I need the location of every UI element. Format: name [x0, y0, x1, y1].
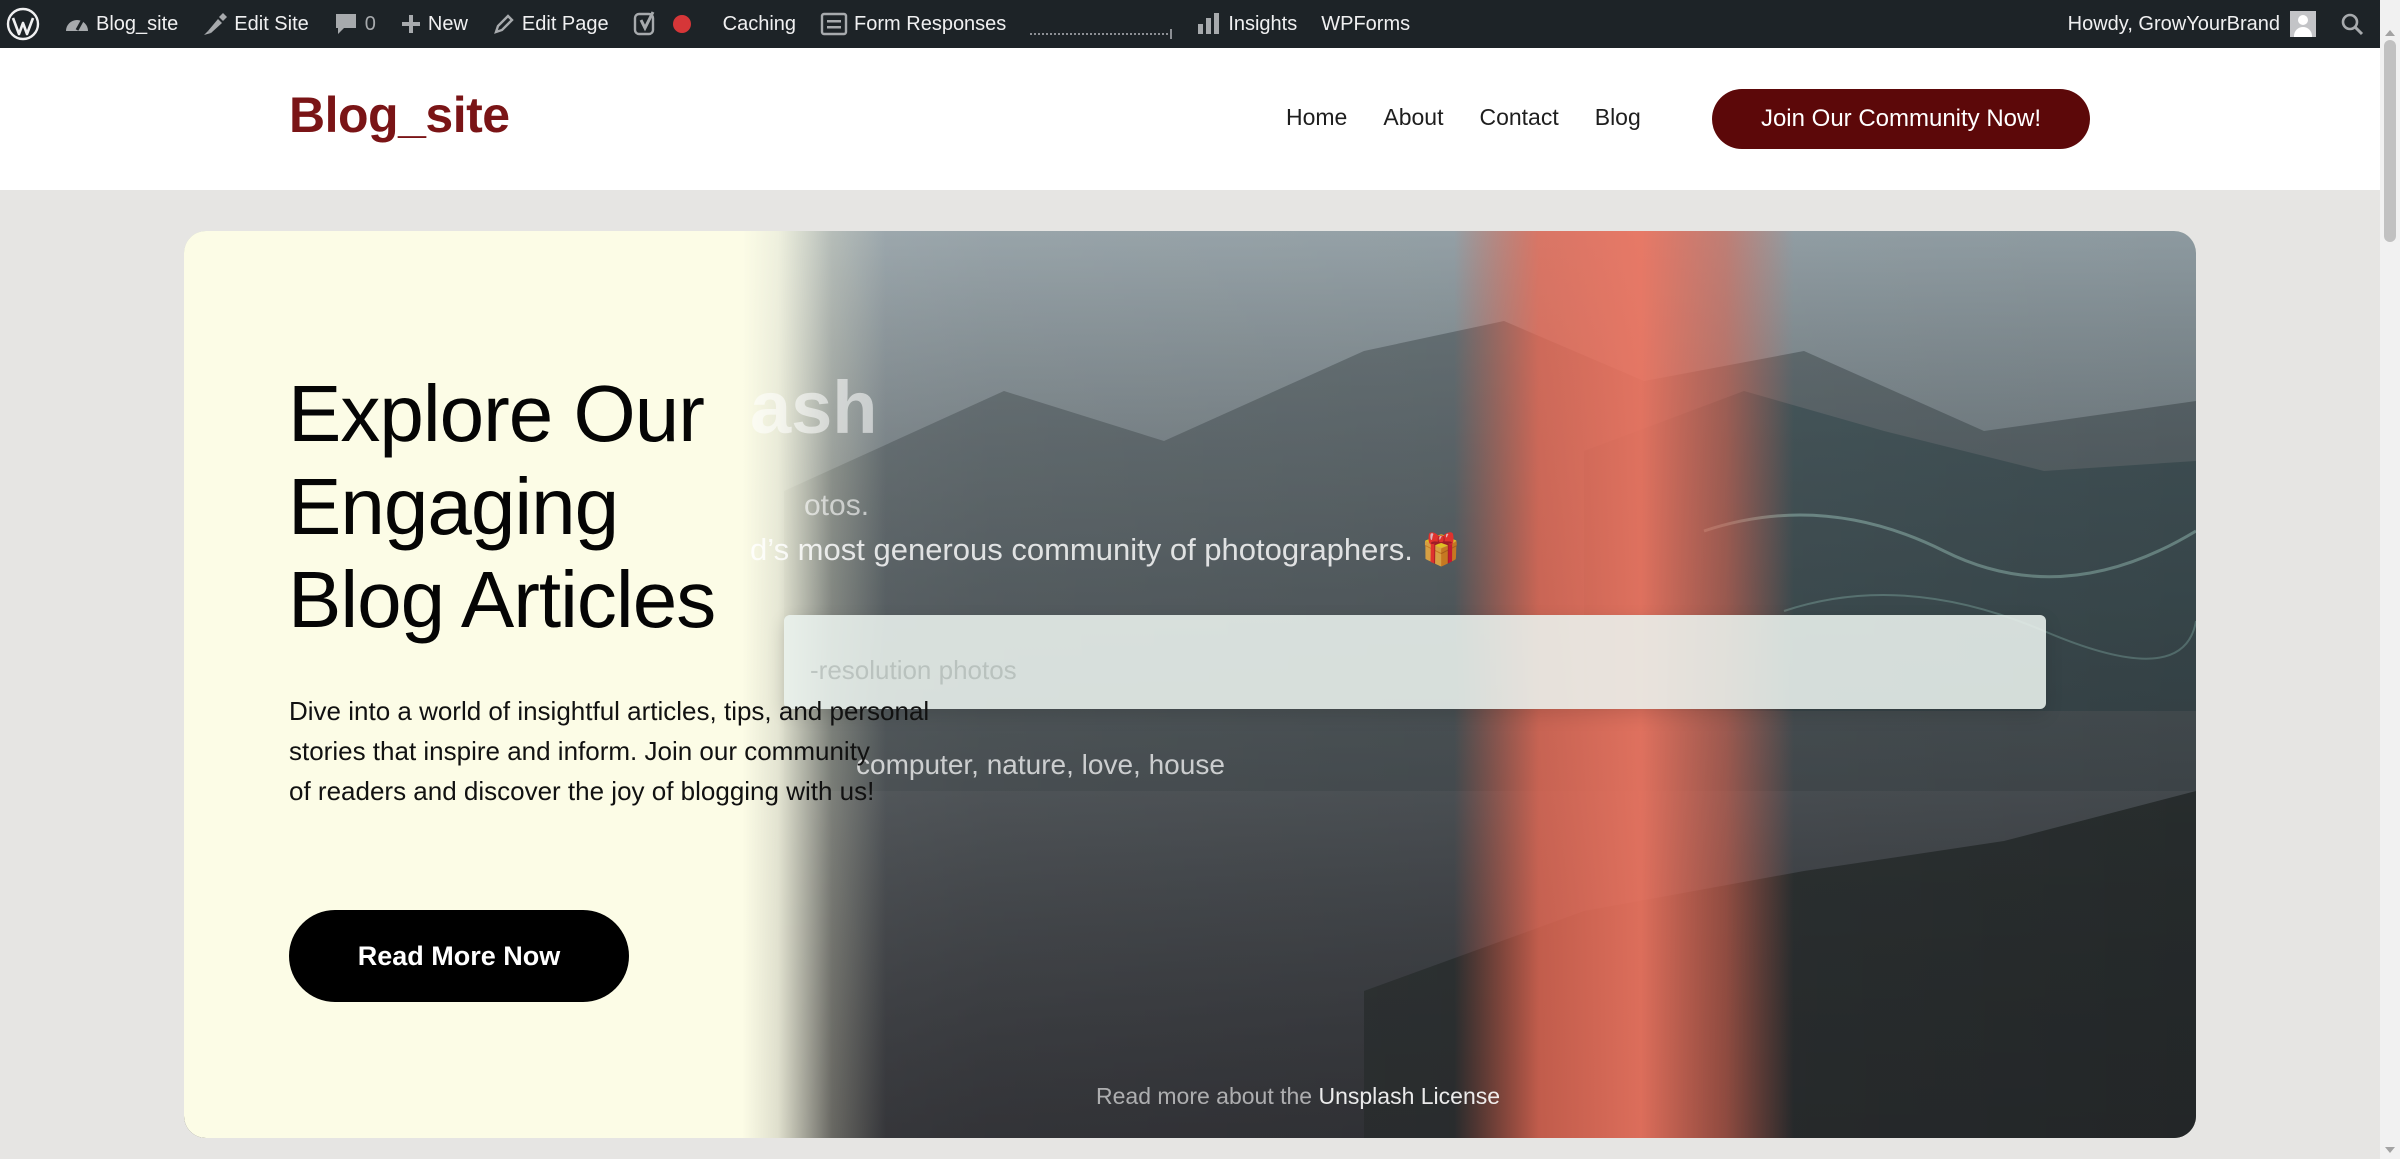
comment-bubble-icon — [335, 14, 356, 34]
admin-site-name-label: Blog_site — [96, 12, 179, 35]
admin-edit-site-label: Edit Site — [234, 12, 309, 35]
dotted-input-line — [1030, 27, 1173, 39]
hero-heading-line-3: Blog Articles — [288, 555, 716, 644]
admin-wpforms[interactable]: WPForms — [1309, 0, 1422, 48]
admin-bar-dotted-field[interactable] — [1018, 0, 1184, 48]
photo-overlay-line-1: otos. — [804, 489, 870, 522]
hero-description-line-1: Dive into a world of insightful articles… — [289, 696, 930, 726]
hero-heading-line-2: Engaging — [288, 462, 619, 551]
hero-description: Dive into a world of insightful articles… — [289, 691, 989, 811]
page-scrollbar[interactable] — [2380, 0, 2400, 1159]
seo-status-dot — [672, 15, 691, 33]
admin-comments-count: 0 — [364, 12, 376, 35]
plus-icon — [401, 15, 420, 33]
pencil-icon — [494, 14, 514, 34]
read-more-button[interactable]: Read More Now — [289, 910, 629, 1002]
hero-section: ash otos. d’s most generous community of… — [184, 231, 2196, 1138]
admin-insights-label: Insights — [1228, 12, 1298, 35]
admin-greeting: Howdy, GrowYourBrand — [2067, 12, 2280, 35]
license-prefix: Read more about the — [1096, 1083, 1313, 1109]
admin-form-responses[interactable]: Form Responses — [808, 0, 1018, 48]
search-icon — [2341, 13, 2364, 36]
hero-description-line-3: of readers and discover the joy of blogg… — [289, 776, 875, 806]
wordpress-logo-icon[interactable] — [0, 0, 52, 48]
avatar — [2290, 11, 2316, 37]
admin-wpforms-label: WPForms — [1321, 12, 1411, 35]
bar-chart-icon — [1198, 13, 1220, 34]
admin-bar-right: Howdy, GrowYourBrand — [2056, 0, 2364, 48]
brush-icon — [204, 13, 228, 35]
admin-site-name[interactable]: Blog_site — [52, 0, 190, 48]
nav-home[interactable]: Home — [1286, 104, 1347, 131]
admin-edit-site[interactable]: Edit Site — [190, 0, 320, 48]
nav-contact[interactable]: Contact — [1479, 104, 1558, 131]
hero-heading-line-1: Explore Our — [288, 369, 705, 458]
admin-edit-page[interactable]: Edit Page — [480, 0, 621, 48]
scroll-down-arrow-icon[interactable] — [2385, 1147, 2395, 1153]
hero-heading: Explore Our Engaging Blog Articles — [288, 367, 716, 646]
primary-nav: Home About Contact Blog — [1286, 104, 1641, 131]
photo-overlay-search-placeholder: -resolution photos — [810, 655, 1017, 685]
hero-description-line-2: stories that inspire and inform. Join ou… — [289, 736, 870, 766]
admin-comments[interactable]: 0 — [321, 0, 388, 48]
nav-about[interactable]: About — [1383, 104, 1443, 131]
form-icon — [820, 12, 848, 36]
nav-blog[interactable]: Blog — [1595, 104, 1641, 131]
license-link: Unsplash License — [1318, 1083, 1501, 1109]
photo-overlay-brand-text: ash — [750, 366, 878, 449]
admin-new-label: New — [427, 12, 468, 35]
admin-new[interactable]: New — [388, 0, 480, 48]
admin-caching-label: Caching — [722, 12, 797, 35]
dashboard-icon — [66, 20, 88, 31]
site-title[interactable]: Blog_site — [289, 86, 510, 144]
admin-form-responses-label: Form Responses — [854, 12, 1007, 35]
admin-insights[interactable]: Insights — [1184, 0, 1309, 48]
site-header: Blog_site Home About Contact Blog Join O… — [0, 48, 2380, 190]
yoast-icon — [633, 11, 654, 36]
scroll-up-arrow-icon[interactable] — [2385, 30, 2395, 36]
join-community-button[interactable]: Join Our Community Now! — [1712, 89, 2090, 149]
photo-overlay-license: Read more about the Unsplash License — [1096, 1083, 1500, 1110]
admin-account-menu[interactable]: Howdy, GrowYourBrand — [2056, 0, 2328, 48]
photo-overlay-line-2: d’s most generous community of photograp… — [750, 532, 1461, 567]
admin-edit-page-label: Edit Page — [521, 12, 609, 35]
scrollbar-thumb[interactable] — [2384, 40, 2396, 242]
admin-search[interactable] — [2328, 0, 2364, 48]
admin-caching[interactable]: Caching — [703, 0, 808, 48]
admin-bar: Blog_site Edit Site 0 New Edit Page Cach… — [0, 0, 2400, 48]
yoast-seo-menu[interactable] — [621, 0, 703, 48]
